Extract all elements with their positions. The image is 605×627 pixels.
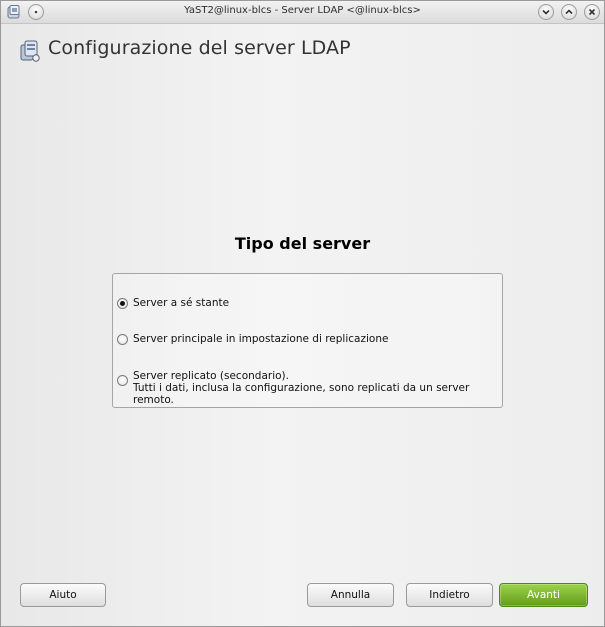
next-button[interactable]: Avanti — [499, 583, 588, 607]
help-button[interactable]: Aiuto — [20, 583, 106, 607]
radio-label: Server principale in impostazione di rep… — [133, 333, 389, 345]
radio-standalone-server[interactable]: Server a sé stante — [117, 297, 229, 309]
window-title: YaST2@linux-blcs - Server LDAP <@linux-b… — [184, 5, 421, 16]
section-title: Tipo del server — [234, 234, 371, 253]
radio-button-selected[interactable] — [117, 298, 128, 309]
abort-button[interactable]: Annulla — [307, 583, 394, 607]
radio-button[interactable] — [117, 334, 128, 345]
title-bar[interactable]: YaST2@linux-blcs - Server LDAP <@linux-b… — [1, 1, 604, 24]
server-type-group: Server a sé stante Server principale in … — [112, 273, 503, 408]
radio-label: Server replicato (secondario). Tutti i d… — [133, 370, 470, 406]
minimize-icon[interactable] — [538, 4, 554, 20]
yast-window: YaST2@linux-blcs - Server LDAP <@linux-b… — [0, 0, 605, 627]
radio-replica-server[interactable]: Server replicato (secondario). Tutti i d… — [117, 370, 502, 406]
radio-master-server[interactable]: Server principale in impostazione di rep… — [117, 333, 388, 345]
ldap-server-icon — [20, 39, 42, 63]
radio-button[interactable] — [117, 375, 128, 386]
page-title: Configurazione del server LDAP — [48, 37, 351, 59]
back-button[interactable]: Indietro — [406, 583, 493, 607]
close-icon[interactable] — [584, 4, 600, 20]
maximize-icon[interactable] — [561, 4, 577, 20]
radio-label: Server a sé stante — [133, 297, 230, 309]
